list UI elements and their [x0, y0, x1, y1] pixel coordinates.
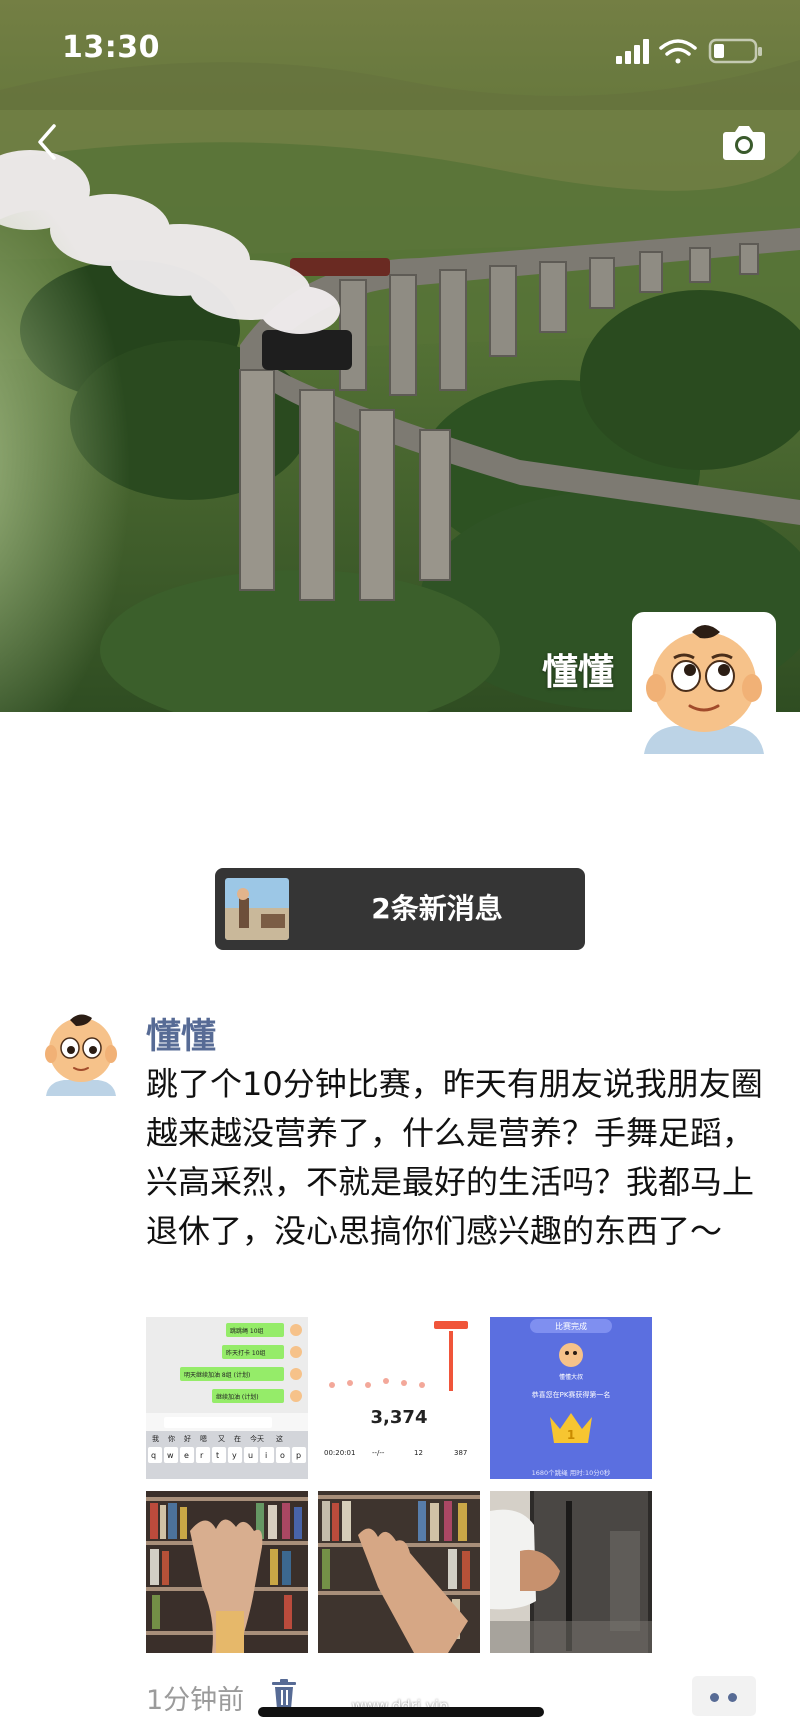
avatar-cartoon-icon — [634, 614, 774, 754]
post-photo-6[interactable] — [490, 1491, 652, 1653]
chevron-left-icon — [38, 124, 56, 160]
new-messages-thumbnail — [225, 878, 289, 940]
battery-icon — [708, 38, 762, 64]
contest-name: 懂懂大叔 — [559, 1373, 583, 1381]
svg-text:p: p — [296, 1451, 301, 1460]
post-photo-4[interactable] — [146, 1491, 308, 1653]
svg-text:这: 这 — [276, 1434, 283, 1443]
svg-text:t: t — [216, 1451, 219, 1460]
svg-text:又: 又 — [218, 1435, 225, 1443]
svg-text:y: y — [232, 1451, 237, 1460]
svg-text:好: 好 — [184, 1434, 191, 1443]
home-indicator[interactable] — [258, 1707, 544, 1717]
svg-text:在: 在 — [234, 1434, 241, 1443]
post-photo-3[interactable]: 比赛完成 懂懂大叔 恭喜您在PK赛获得第一名 1 1680个跳绳 用时:10分0… — [490, 1317, 652, 1479]
post-text: 跳了个10分钟比赛，昨天有朋友说我朋友圈越来越没营养了，什么是营养？手舞足蹈，兴… — [146, 1065, 763, 1250]
stat-speed: --/-- — [372, 1449, 385, 1457]
post-author-avatar[interactable] — [40, 1006, 122, 1096]
chat-bubble-1: 跳跳绳 10组 — [230, 1327, 264, 1335]
chat-bubble-2: 昨天打卡 10组 — [226, 1349, 266, 1357]
contest-header: 比赛完成 — [555, 1321, 587, 1331]
svg-text:q: q — [151, 1451, 156, 1460]
back-button[interactable] — [28, 120, 68, 164]
post-author-name[interactable]: 懂懂 — [146, 1008, 216, 1059]
new-messages-notice[interactable]: 2条新消息 — [215, 868, 585, 950]
status-time: 13:30 — [62, 30, 160, 65]
new-messages-label: 2条新消息 — [371, 892, 503, 925]
status-bar: 13:30 — [0, 0, 800, 100]
chat-bubble-4: 继续加油 (计划) — [216, 1393, 259, 1401]
stat-calories: 387 — [454, 1449, 467, 1457]
status-icons — [616, 36, 766, 68]
svg-text:w: w — [167, 1451, 174, 1460]
cover-avatar[interactable] — [632, 612, 776, 756]
stat-trips: 12 — [414, 1449, 423, 1457]
contest-rank: 1 — [567, 1428, 575, 1442]
contest-message: 恭喜您在PK赛获得第一名 — [532, 1390, 611, 1399]
stat-duration: 00:20:01 — [324, 1449, 355, 1457]
svg-text:嗯: 嗯 — [200, 1435, 207, 1443]
cover-user-name: 懂懂 — [541, 652, 614, 693]
svg-text:i: i — [265, 1451, 267, 1460]
cover-photo[interactable]: 13:30 懂懂 — [0, 0, 800, 712]
camera-icon — [723, 126, 765, 160]
svg-text:你: 你 — [168, 1434, 175, 1443]
camera-button[interactable] — [722, 122, 766, 162]
svg-text:今天: 今天 — [250, 1434, 264, 1443]
svg-text:我: 我 — [152, 1434, 159, 1443]
svg-text:o: o — [280, 1451, 285, 1460]
contest-footer: 1680个跳绳 用时:10分0秒 — [532, 1468, 611, 1477]
photo-grid: 跳跳绳 10组 昨天打卡 10组 明天继续加油 8组 (计划) 继续加油 (计划… — [146, 1317, 652, 1653]
post-photo-2[interactable]: 3,374 00:20:01 --/-- 12 387 — [318, 1317, 480, 1479]
svg-text:u: u — [248, 1451, 253, 1460]
cover-landscape-image — [0, 0, 800, 712]
post-photo-1[interactable]: 跳跳绳 10组 昨天打卡 10组 明天继续加油 8组 (计划) 继续加油 (计划… — [146, 1317, 308, 1479]
cellular-signal-icon — [616, 39, 649, 64]
avatar-cartoon-icon — [45, 1014, 117, 1096]
jump-count: 3,374 — [371, 1407, 428, 1428]
chat-bubble-3: 明天继续加油 8组 (计划) — [184, 1371, 250, 1379]
keyboard-suggestions: 我 你 好 嗯 又 在 今天 这 — [152, 1434, 283, 1443]
wifi-icon — [659, 39, 697, 64]
svg-text:e: e — [184, 1451, 189, 1460]
post-photo-5[interactable] — [318, 1491, 480, 1653]
